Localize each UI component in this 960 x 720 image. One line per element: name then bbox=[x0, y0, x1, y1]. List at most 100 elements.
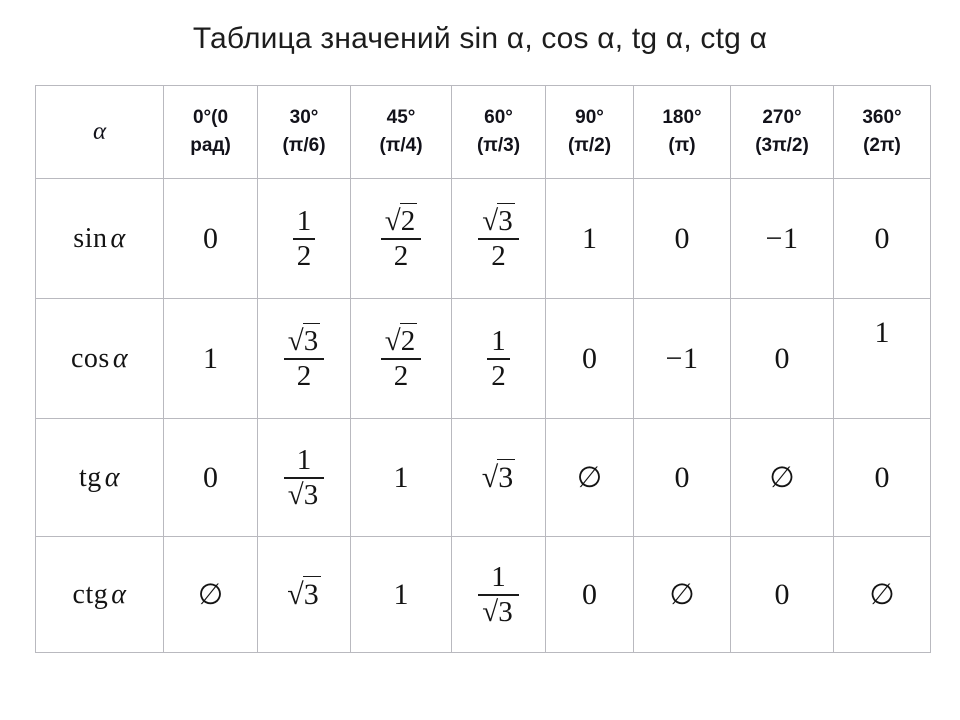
cell-cos-360deg: 1 bbox=[833, 298, 931, 419]
empty-set-icon: ∅ bbox=[769, 462, 795, 494]
row-label-sin: sin α bbox=[35, 178, 164, 299]
cell-ctg-60deg: 1 √3 bbox=[451, 536, 546, 653]
cell-cos-60deg: 1 2 bbox=[451, 298, 546, 419]
cell-tg-360deg: 0 bbox=[833, 418, 931, 537]
cell-ctg-180deg: ∅ bbox=[633, 536, 731, 653]
fraction-sqrt2-over-2: √2 2 bbox=[380, 203, 422, 271]
value-text: 0 bbox=[874, 460, 890, 494]
header-cell-60deg: 60° (π/3) bbox=[451, 85, 546, 179]
cell-cos-30deg: √3 2 bbox=[257, 298, 351, 419]
radicand: 3 bbox=[302, 476, 321, 511]
page-title: Таблица значений sin α, cos α, tg α, ctg… bbox=[192, 22, 768, 55]
header-degrees: 45° bbox=[386, 107, 416, 129]
value-text: 0 bbox=[203, 460, 218, 494]
numerator: 1 bbox=[296, 205, 312, 238]
numerator: 1 bbox=[296, 444, 312, 477]
header-cell-alpha: α bbox=[35, 85, 164, 179]
empty-set-icon: ∅ bbox=[576, 462, 603, 494]
header-cell-30deg: 30° (π/6) bbox=[257, 85, 351, 179]
cell-sin-45deg: √2 2 bbox=[350, 178, 452, 299]
radical-icon: √3 bbox=[287, 323, 321, 358]
fraction-one-over-sqrt3: 1 √3 bbox=[478, 561, 519, 628]
value-text: 1 bbox=[203, 341, 218, 375]
header-degrees: 90° bbox=[575, 107, 604, 129]
cell-cos-270deg: 0 bbox=[730, 298, 834, 419]
cell-ctg-30deg: √3 bbox=[257, 536, 351, 653]
denominator: √3 bbox=[478, 593, 519, 628]
row-label-tg: tg α bbox=[35, 418, 164, 537]
header-cell-270deg: 270° (3π/2) bbox=[730, 85, 834, 179]
radicand: 3 bbox=[302, 323, 321, 358]
header-cell-180deg: 180° (π) bbox=[633, 85, 731, 179]
cell-ctg-45deg: 1 bbox=[350, 536, 452, 653]
radical-icon: √3 bbox=[287, 476, 321, 511]
value-text: 0 bbox=[582, 577, 597, 611]
table-row-ctg: ctg α ∅ √3 1 1 √3 0 ∅ 0 ∅ bbox=[35, 536, 931, 653]
fraction-sqrt2-over-2: √2 2 bbox=[380, 323, 422, 391]
table-row-cos: cos α 1 √3 2 √2 2 1 2 0 −1 0 1 bbox=[35, 298, 931, 419]
fn-arg: α bbox=[104, 461, 120, 493]
fn-arg: α bbox=[110, 222, 126, 254]
denominator: 2 bbox=[380, 237, 422, 271]
radicand: 2 bbox=[399, 323, 418, 358]
numerator: √3 bbox=[478, 203, 518, 238]
cell-sin-60deg: √3 2 bbox=[451, 178, 546, 299]
fraction-sqrt3-over-2: √3 2 bbox=[478, 203, 519, 271]
cell-ctg-0deg: ∅ bbox=[163, 536, 258, 653]
denominator: 2 bbox=[380, 357, 422, 391]
value-text: 0 bbox=[774, 341, 790, 375]
fraction-one-over-sqrt3: 1 √3 bbox=[283, 444, 325, 511]
header-radians: (2π) bbox=[863, 135, 901, 156]
cell-tg-30deg: 1 √3 bbox=[257, 418, 351, 537]
radicand: 3 bbox=[497, 593, 515, 628]
header-cell-90deg: 90° (π/2) bbox=[545, 85, 634, 179]
header-cell-0deg: 0°(0 рад) bbox=[163, 85, 258, 179]
table-header-row: α 0°(0 рад) 30° (π/6) 45° (π/4) 60° (π/3… bbox=[35, 85, 931, 179]
empty-set-icon: ∅ bbox=[197, 579, 224, 611]
value-text: 0 bbox=[582, 341, 597, 375]
cell-tg-270deg: ∅ bbox=[730, 418, 834, 537]
header-radians: (π/4) bbox=[379, 135, 423, 156]
header-cell-45deg: 45° (π/4) bbox=[350, 85, 452, 179]
radical-icon: √3 bbox=[482, 593, 515, 628]
value-text: −1 bbox=[665, 341, 699, 375]
denominator: √3 bbox=[283, 476, 325, 511]
alpha-symbol: α bbox=[92, 117, 107, 145]
value-text: −1 bbox=[765, 221, 799, 255]
cell-cos-90deg: 0 bbox=[545, 298, 634, 419]
radicand: 2 bbox=[399, 203, 418, 238]
header-cell-360deg: 360° (2π) bbox=[833, 85, 931, 179]
denominator: 2 bbox=[283, 357, 325, 391]
fn-name: cos bbox=[70, 342, 110, 374]
numerator: √2 bbox=[381, 323, 421, 358]
fn-arg: α bbox=[111, 578, 127, 610]
value-text: 0 bbox=[674, 460, 690, 494]
header-radians: (3π/2) bbox=[755, 135, 809, 156]
value-text: 0 bbox=[674, 221, 690, 255]
value-sqrt3: √3 bbox=[481, 458, 516, 494]
cell-tg-45deg: 1 bbox=[350, 418, 452, 537]
value-text: 1 bbox=[874, 315, 890, 349]
radical-icon: √3 bbox=[481, 458, 516, 494]
empty-set-icon: ∅ bbox=[869, 579, 895, 611]
cell-sin-180deg: 0 bbox=[633, 178, 731, 299]
value-sqrt3: √3 bbox=[287, 575, 321, 611]
denominator: 2 bbox=[487, 357, 510, 391]
header-radians: рад) bbox=[190, 135, 231, 156]
fn-name: ctg bbox=[72, 578, 109, 610]
value-text: 0 bbox=[874, 221, 890, 255]
cell-ctg-270deg: 0 bbox=[730, 536, 834, 653]
value-text: 1 bbox=[582, 221, 597, 255]
value-text: 0 bbox=[203, 221, 218, 255]
denominator: 2 bbox=[478, 237, 519, 271]
row-label-ctg: ctg α bbox=[35, 536, 164, 653]
table-row-sin: sin α 0 1 2 √2 2 √3 2 1 0 −1 0 bbox=[35, 178, 931, 299]
header-radians: (π) bbox=[668, 135, 696, 156]
radical-icon: √3 bbox=[482, 203, 515, 238]
header-degrees: 180° bbox=[662, 107, 702, 129]
radicand: 3 bbox=[302, 575, 321, 611]
cell-tg-180deg: 0 bbox=[633, 418, 731, 537]
empty-set-icon: ∅ bbox=[669, 579, 695, 611]
cell-tg-90deg: ∅ bbox=[545, 418, 634, 537]
numerator: 1 bbox=[491, 561, 506, 594]
